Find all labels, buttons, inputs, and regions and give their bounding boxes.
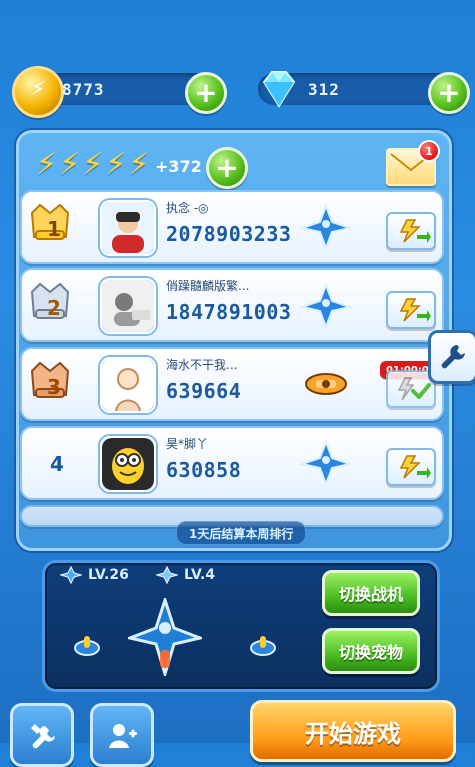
diamond-icon: [256, 66, 302, 112]
add-coins-button[interactable]: +: [185, 72, 227, 114]
player-4-avatar: [100, 436, 156, 492]
player-2-plane-icon: [298, 282, 354, 330]
add-energy-button[interactable]: +: [206, 147, 248, 189]
side-tools-button[interactable]: [428, 330, 475, 384]
wingman-drone-icon: [74, 636, 100, 656]
coin-icon: ⚡: [12, 66, 64, 118]
player-1-avatar: [100, 200, 156, 256]
tools-icon: [31, 724, 55, 749]
player-3-name: 海水不干我...: [166, 358, 238, 372]
jet-icon: [298, 439, 354, 487]
lightning-icon-1: ⚡: [36, 147, 58, 182]
avatar-4-art: [102, 438, 154, 490]
plane-level-text: LV.26: [88, 567, 129, 583]
player-3-score: 639664: [166, 379, 242, 403]
rank-1-number: 1: [47, 217, 61, 241]
start-game-button[interactable]: 开始游戏: [250, 700, 456, 762]
energy-bonus: +372: [155, 157, 202, 176]
avatar-3-art: [102, 359, 154, 411]
energy-lightning-icons: ⚡ ⚡ ⚡ ⚡ ⚡: [36, 148, 149, 182]
add-friend-button[interactable]: [90, 703, 154, 767]
checkmark-icon: [397, 377, 431, 401]
player-4-score: 630858: [166, 458, 242, 482]
avatar-2-art: [102, 280, 154, 332]
wingman-level: LV.4: [156, 566, 215, 584]
player-2-avatar: [100, 278, 156, 334]
player-1-plane-icon: [298, 203, 354, 251]
small-jet-icon: [60, 566, 82, 584]
send-energy-button-2[interactable]: [386, 291, 436, 329]
leaderboard-footer-hint: 1天后结算本周排行: [176, 521, 307, 545]
player-3-avatar: [100, 357, 156, 413]
small-wingman-icon: [156, 566, 178, 584]
prop-plane-icon: [305, 373, 347, 395]
player-3-plane-icon: [298, 360, 354, 406]
jet-icon: [298, 282, 354, 330]
wingman-right-icon: [246, 630, 280, 664]
lightning-icon-2: ⚡: [59, 147, 81, 182]
diamonds-value: 312: [308, 80, 340, 99]
wrench-icon: [441, 345, 465, 369]
main-plane-icon: [124, 595, 206, 680]
send-energy-icon: [399, 219, 431, 243]
add-friend-icon: [109, 724, 137, 748]
switch-pet-button[interactable]: 切换宠物: [322, 628, 420, 674]
lightning-icon-4: ⚡: [105, 147, 127, 182]
send-energy-icon: [399, 298, 431, 322]
wingman-left-icon: [70, 630, 104, 664]
add-diamonds-button[interactable]: +: [428, 72, 470, 114]
settings-button[interactable]: [10, 703, 74, 767]
lightning-icon-3: ⚡: [82, 147, 104, 182]
rank-2-number: 2: [47, 296, 61, 320]
switch-plane-button[interactable]: 切换战机: [322, 570, 420, 616]
player-1-score: 2078903233: [166, 222, 292, 246]
mail-unread-badge: 1: [418, 140, 440, 162]
jet-icon: [298, 203, 354, 251]
send-energy-icon: [399, 455, 431, 479]
avatar-1-art: [102, 202, 154, 254]
send-energy-button-1[interactable]: [386, 212, 436, 250]
player-2-name: 俏躁髓麟版繁...: [166, 279, 250, 293]
lightning-icon-5: ⚡: [128, 147, 150, 182]
player-4-name: 昊*脚丫: [166, 437, 209, 451]
player-2-score: 1847891003: [166, 300, 292, 324]
wingman-drone-icon: [250, 636, 276, 656]
rank-3-number: 3: [47, 375, 61, 399]
coin-bolt-icon: ⚡: [27, 75, 48, 104]
rank-4-number: 4: [50, 452, 64, 476]
player-4-plane-icon: [298, 439, 354, 487]
wingman-level-text: LV.4: [184, 567, 216, 583]
player-1-name: 执念 -◎: [166, 201, 209, 215]
diamond-svg: [262, 71, 296, 108]
main-jet-icon: [124, 595, 206, 680]
send-energy-button-4[interactable]: [386, 448, 436, 486]
plane-level: LV.26: [60, 566, 129, 584]
coins-value: 8773: [62, 80, 105, 99]
